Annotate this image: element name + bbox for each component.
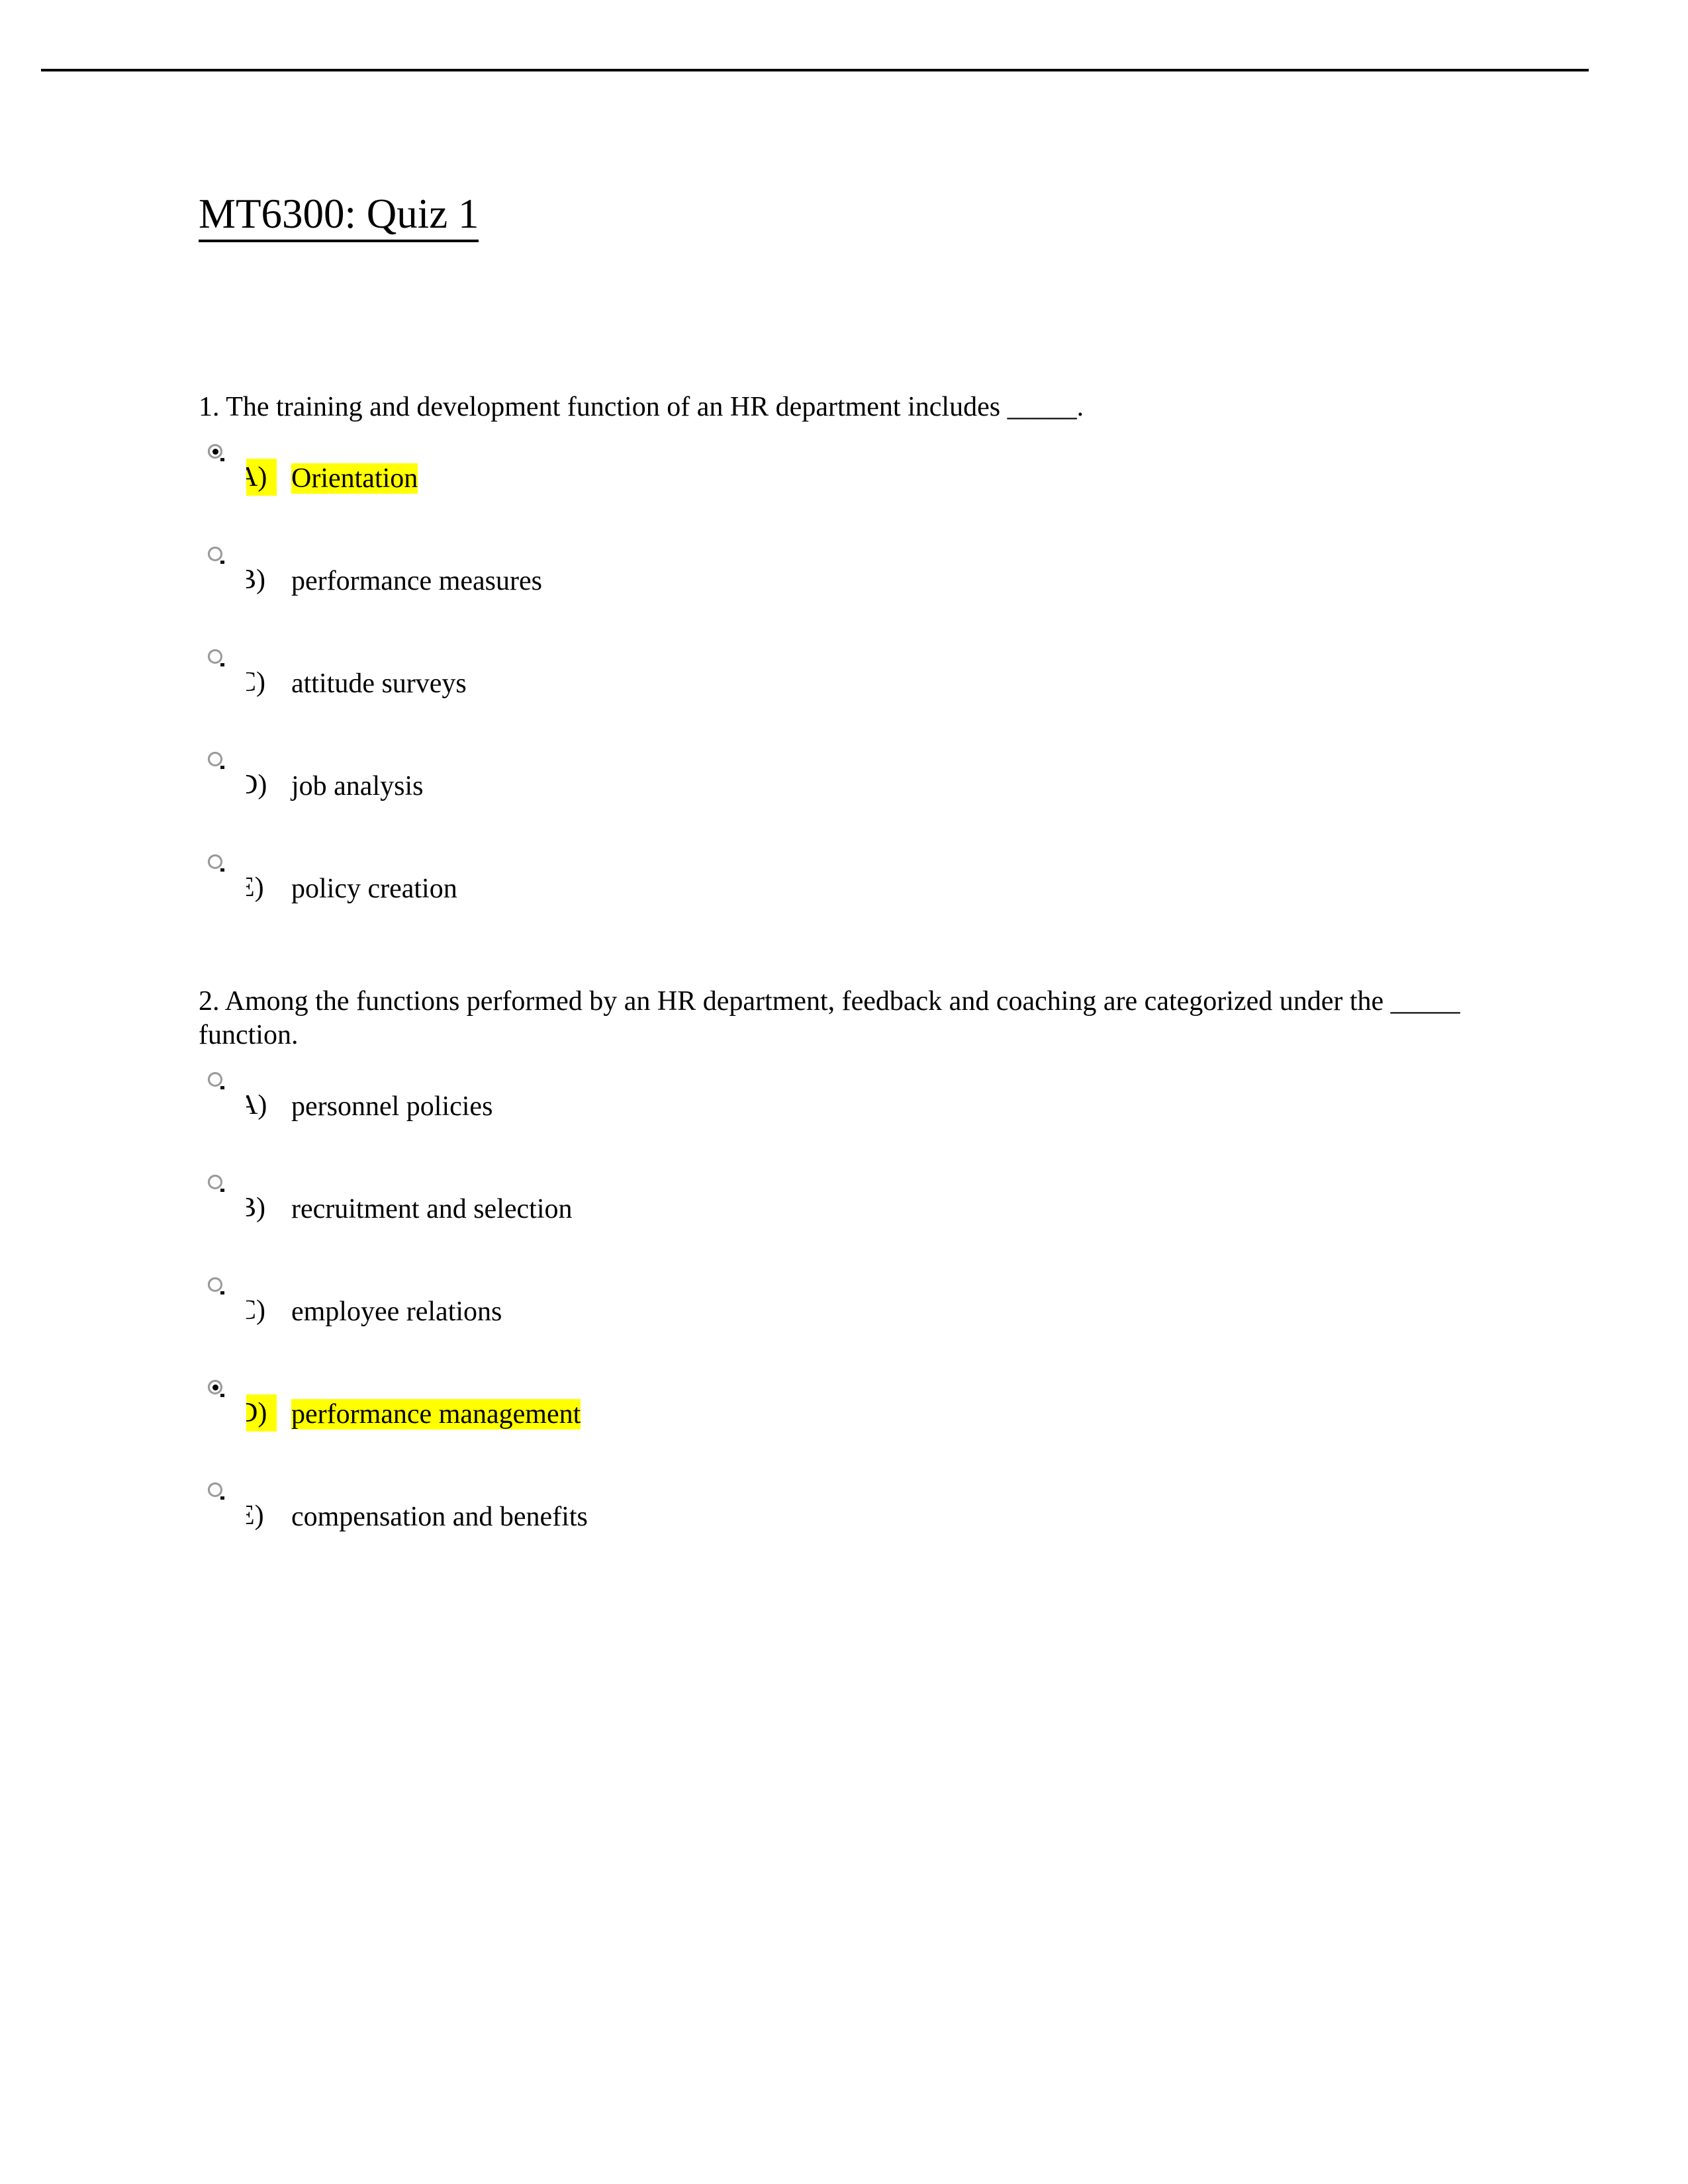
answer-option[interactable]: C) employee relations <box>199 1261 1509 1364</box>
option-letter-glyph: C) <box>246 1295 265 1326</box>
option-letter: A) <box>246 1087 277 1124</box>
option-letter-glyph: D) <box>246 770 267 801</box>
radio-button-icon[interactable] <box>208 547 224 565</box>
option-letter-glyph: C) <box>246 667 265 698</box>
answer-option[interactable]: B) recruitment and selection <box>199 1159 1509 1261</box>
option-letter-glyph: E) <box>246 1500 264 1531</box>
option-letter: C) <box>246 664 277 701</box>
option-letter: B) <box>246 561 277 598</box>
document-page: MT6300: Quiz 1 1. The training and devel… <box>0 0 1688 2184</box>
radio-button-icon[interactable] <box>208 854 224 872</box>
option-letter-glyph: E) <box>246 872 264 903</box>
option-letter-glyph: B) <box>246 1193 265 1224</box>
option-text[interactable]: recruitment and selection <box>291 1191 573 1228</box>
option-letter: E) <box>246 1497 277 1534</box>
question-2-options: A) personnel policies B) recruitment and se… <box>199 1056 1509 1569</box>
answer-option[interactable]: B) performance measures <box>199 531 1509 633</box>
option-letter: A) <box>246 459 277 496</box>
option-text[interactable]: performance measures <box>291 563 542 600</box>
radio-button-selected-icon[interactable] <box>208 444 224 462</box>
question-2-block: 2. Among the functions performed by an H… <box>199 985 1509 1569</box>
radio-button-selected-icon[interactable] <box>208 1380 224 1398</box>
radio-button-icon[interactable] <box>208 752 224 770</box>
radio-button-icon[interactable] <box>208 1072 224 1090</box>
answer-option[interactable]: D) job analysis <box>199 736 1509 839</box>
radio-button-icon[interactable] <box>208 1175 224 1193</box>
question-2-text: 2. Among the functions performed by an H… <box>199 986 1468 1051</box>
option-letter-glyph: B) <box>246 565 265 596</box>
option-text[interactable]: employee relations <box>291 1293 502 1330</box>
option-letter: E) <box>246 869 277 906</box>
answer-option[interactable]: E) policy creation <box>199 839 1509 941</box>
header-horizontal-rule <box>41 69 1589 71</box>
option-letter-glyph: A) <box>246 459 267 496</box>
radio-button-icon[interactable] <box>208 1277 224 1295</box>
option-letter: D) <box>246 1394 277 1432</box>
option-text[interactable]: performance management <box>291 1396 581 1433</box>
answer-option[interactable]: C) attitude surveys <box>199 633 1509 736</box>
answer-option[interactable]: E) compensation and benefits <box>199 1467 1509 1569</box>
highlight-mark: Orientation <box>291 463 418 494</box>
question-1-block: 1. The training and development function… <box>199 390 1509 941</box>
option-letter-glyph: A) <box>246 1090 267 1121</box>
page-title: MT6300: Quiz 1 <box>199 190 479 243</box>
option-letter: D) <box>246 766 277 803</box>
option-letter: C) <box>246 1292 277 1329</box>
answer-option[interactable]: A) personnel policies <box>199 1056 1509 1159</box>
option-text[interactable]: policy creation <box>291 870 457 907</box>
option-text[interactable]: personnel policies <box>291 1088 492 1125</box>
option-letter-glyph: D) <box>246 1394 267 1432</box>
option-text[interactable]: job analysis <box>291 768 423 805</box>
question-1-options: A) Orientation B) performance measures C) att… <box>199 428 1509 941</box>
answer-option[interactable]: D) performance management <box>199 1364 1509 1467</box>
radio-button-icon[interactable] <box>208 1482 224 1500</box>
answer-option[interactable]: A) Orientation <box>199 428 1509 531</box>
question-1-text: 1. The training and development function… <box>199 392 1084 422</box>
radio-button-icon[interactable] <box>208 649 224 667</box>
highlight-mark: performance management <box>291 1399 581 1430</box>
option-text[interactable]: Orientation <box>291 460 418 497</box>
option-text[interactable]: compensation and benefits <box>291 1498 588 1535</box>
option-text[interactable]: attitude surveys <box>291 665 467 702</box>
option-letter: B) <box>246 1189 277 1226</box>
